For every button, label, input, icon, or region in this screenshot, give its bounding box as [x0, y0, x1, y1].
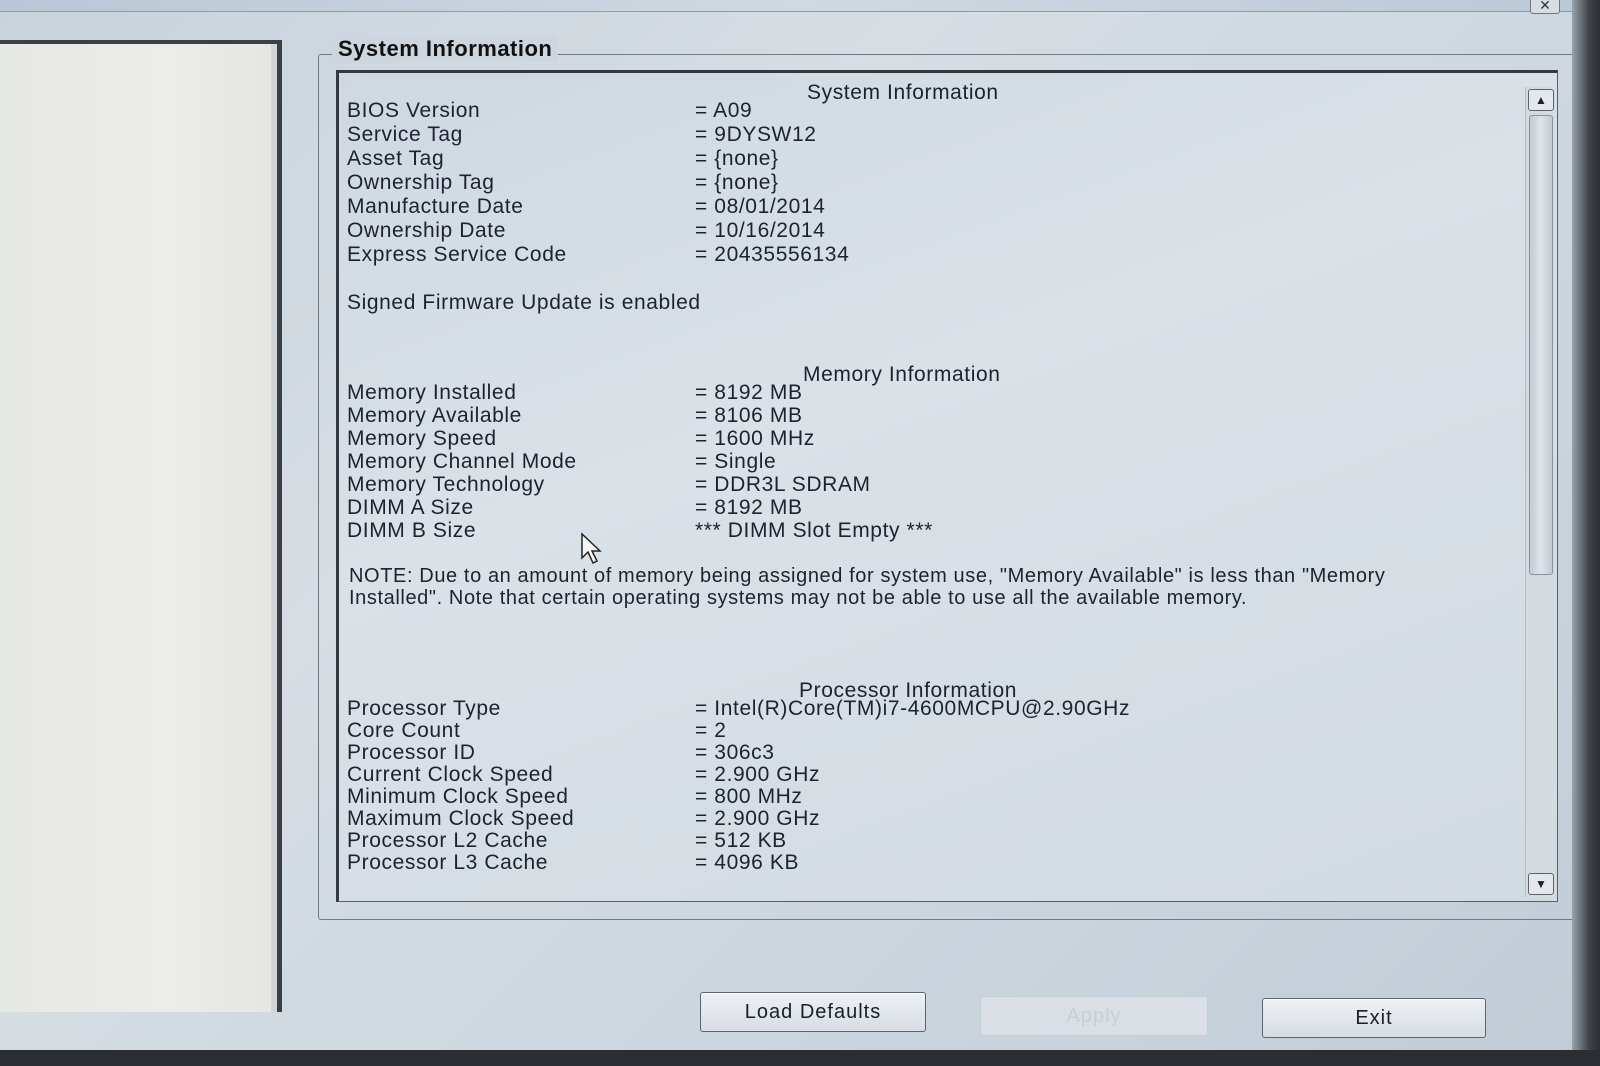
system-row-key: BIOS Version — [347, 99, 481, 122]
scroll-up-button[interactable]: ▲ — [1528, 89, 1554, 111]
arrow-down-icon: ▼ — [1535, 877, 1547, 891]
memory-row-value: *** DIMM Slot Empty *** — [695, 519, 933, 542]
processor-row: Processor L3 Cache = 4096 KB — [347, 851, 1447, 875]
memory-row-key: Memory Technology — [347, 473, 545, 496]
load-defaults-button[interactable]: Load Defaults — [700, 992, 926, 1032]
memory-row: Memory Available = 8106 MB — [347, 404, 1447, 428]
system-row-key: Asset Tag — [347, 147, 445, 170]
memory-row: DIMM B Size *** DIMM Slot Empty *** — [347, 519, 1447, 543]
mouse-pointer-icon — [581, 532, 602, 565]
system-row: Express Service Code = 20435556134 — [347, 243, 1447, 267]
processor-row: Minimum Clock Speed = 800 MHz — [347, 785, 1447, 809]
scroll-thumb[interactable] — [1529, 115, 1553, 575]
system-row-value: = {none} — [695, 171, 779, 194]
system-row-value: = A09 — [695, 99, 753, 122]
memory-row: DIMM A Size = 8192 MB — [347, 496, 1447, 520]
system-row-value: = 10/16/2014 — [695, 219, 826, 242]
processor-row-value: = 512 KB — [695, 829, 787, 852]
system-row: Manufacture Date = 08/01/2014 — [347, 195, 1447, 219]
processor-row-key: Current Clock Speed — [347, 763, 554, 786]
processor-row-key: Processor L2 Cache — [347, 829, 549, 852]
memory-row-value: = 1600 MHz — [695, 427, 815, 450]
memory-row-key: DIMM B Size — [347, 519, 477, 542]
system-row-value: = 20435556134 — [695, 243, 850, 266]
system-row: Service Tag = 9DYSW12 — [347, 123, 1447, 147]
memory-row-key: Memory Speed — [347, 427, 497, 450]
exit-button[interactable]: Exit — [1262, 998, 1486, 1038]
memory-row: Memory Installed = 8192 MB — [347, 381, 1447, 405]
system-row-value: = {none} — [695, 147, 779, 170]
screen-bezel-right — [1572, 0, 1600, 1066]
processor-row: Processor L2 Cache = 512 KB — [347, 829, 1447, 853]
apply-button[interactable]: Apply — [980, 996, 1208, 1036]
memory-row-key: DIMM A Size — [347, 496, 474, 519]
processor-row-value: = 2.900 GHz — [695, 763, 821, 786]
system-row: Ownership Tag = {none} — [347, 171, 1447, 195]
processor-row-key: Processor ID — [347, 741, 476, 764]
memory-row-value: = 8106 MB — [695, 404, 803, 427]
processor-row-key: Core Count — [347, 719, 461, 742]
system-row-key: Ownership Tag — [347, 171, 495, 194]
memory-row-value: = DDR3L SDRAM — [695, 473, 871, 496]
screen-bezel-bottom — [0, 1050, 1600, 1066]
processor-row-key: Processor L3 Cache — [347, 851, 549, 874]
scroll-down-button[interactable]: ▼ — [1528, 873, 1554, 895]
memory-row-value: = 8192 MB — [695, 496, 803, 519]
memory-row: Memory Technology = DDR3L SDRAM — [347, 473, 1447, 497]
processor-row-value: = 800 MHz — [695, 785, 803, 808]
memory-row: Memory Speed = 1600 MHz — [347, 427, 1447, 451]
processor-row: Current Clock Speed = 2.900 GHz — [347, 763, 1447, 787]
processor-row: Maximum Clock Speed = 2.900 GHz — [347, 807, 1447, 831]
processor-row: Core Count = 2 — [347, 719, 1447, 743]
arrow-up-icon: ▲ — [1535, 93, 1547, 107]
system-row-value: = 08/01/2014 — [695, 195, 826, 218]
system-row-key: Express Service Code — [347, 243, 567, 266]
processor-row: Processor Type = Intel(R)Core(TM)i7-4600M… — [347, 697, 1447, 721]
settings-tree-panel[interactable] — [0, 40, 282, 1012]
processor-row-value: = 4096 KB — [695, 851, 800, 874]
system-row: Ownership Date = 10/16/2014 — [347, 219, 1447, 243]
system-row-key: Ownership Date — [347, 219, 506, 242]
vertical-scrollbar[interactable]: ▲ ▼ — [1525, 87, 1555, 897]
memory-row-key: Memory Channel Mode — [347, 450, 577, 473]
processor-row-key: Maximum Clock Speed — [347, 807, 575, 830]
processor-row: Processor ID = 306c3 — [347, 741, 1447, 765]
title-bar: ✕ — [0, 0, 1600, 14]
memory-row-key: Memory Installed — [347, 381, 517, 404]
memory-row-key: Memory Available — [347, 404, 522, 427]
info-scroll-area[interactable]: System Information BIOS Version = A09 Serv… — [336, 70, 1558, 902]
close-icon: ✕ — [1539, 0, 1551, 13]
processor-row-value: = 306c3 — [695, 741, 775, 764]
memory-row-value: = Single — [695, 450, 777, 473]
processor-row-value: = 2.900 GHz — [695, 807, 821, 830]
processor-row-key: Processor Type — [347, 697, 501, 720]
system-row-value: = 9DYSW12 — [695, 123, 817, 146]
system-row-key: Service Tag — [347, 123, 463, 146]
processor-row-value: = Intel(R)Core(TM)i7-4600MCPU@2.90GHz — [695, 697, 1131, 720]
memory-row-value: = 8192 MB — [695, 381, 803, 404]
system-row: Asset Tag = {none} — [347, 147, 1447, 171]
group-title: System Information — [332, 36, 559, 62]
system-row: BIOS Version = A09 — [347, 99, 1447, 123]
close-button[interactable]: ✕ — [1530, 0, 1560, 14]
processor-row-value: = 2 — [695, 719, 727, 742]
system-row-key: Manufacture Date — [347, 195, 524, 218]
firmware-note: Signed Firmware Update is enabled — [347, 291, 701, 314]
memory-row: Memory Channel Mode = Single — [347, 450, 1447, 474]
memory-note: NOTE: Due to an amount of memory being a… — [349, 565, 1386, 609]
processor-row-key: Minimum Clock Speed — [347, 785, 569, 808]
